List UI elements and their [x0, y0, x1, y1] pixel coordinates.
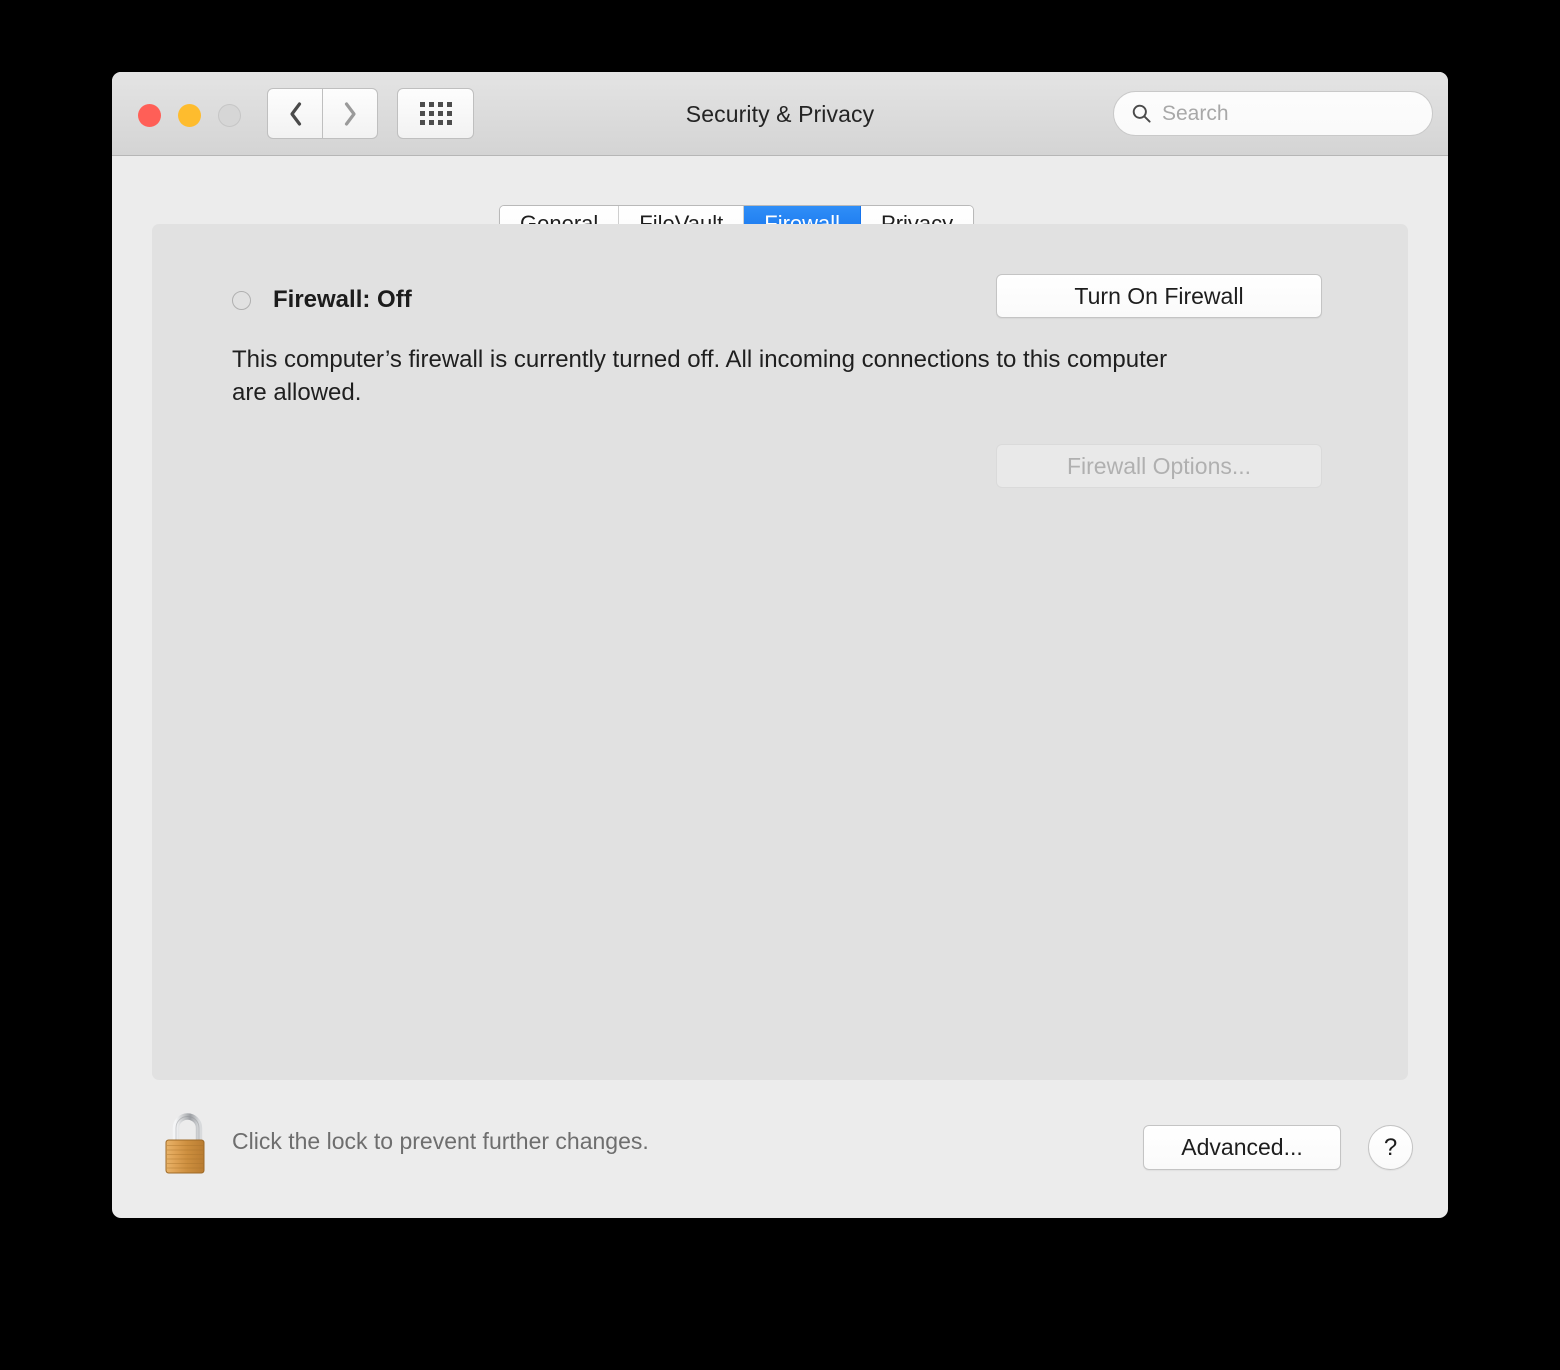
- firewall-status-label: Firewall: Off: [273, 286, 412, 313]
- search-field[interactable]: Search: [1113, 91, 1433, 136]
- window-toolbar: Security & Privacy Search: [112, 72, 1448, 156]
- search-icon: [1132, 104, 1151, 123]
- security-privacy-window: Security & Privacy Search General FileVa…: [112, 72, 1448, 1218]
- firewall-pane: Firewall: Off Turn On Firewall This comp…: [152, 224, 1408, 1080]
- search-input-placeholder[interactable]: Search: [1162, 102, 1229, 126]
- firewall-description-text: This computer’s firewall is currently tu…: [232, 346, 1168, 406]
- lock-button[interactable]: [163, 1110, 215, 1180]
- lock-message: Click the lock to prevent further change…: [232, 1128, 649, 1154]
- firewall-status-row: Firewall: Off: [232, 286, 412, 314]
- turn-on-firewall-button[interactable]: Turn On Firewall: [996, 274, 1322, 318]
- advanced-button[interactable]: Advanced...: [1143, 1125, 1341, 1170]
- padlock-unlocked-icon: [165, 1113, 205, 1174]
- window-footer: Click the lock to prevent further change…: [112, 1080, 1448, 1218]
- help-button[interactable]: ?: [1368, 1125, 1413, 1170]
- status-circle-off-icon: [232, 290, 251, 310]
- firewall-options-button: Firewall Options...: [996, 444, 1322, 488]
